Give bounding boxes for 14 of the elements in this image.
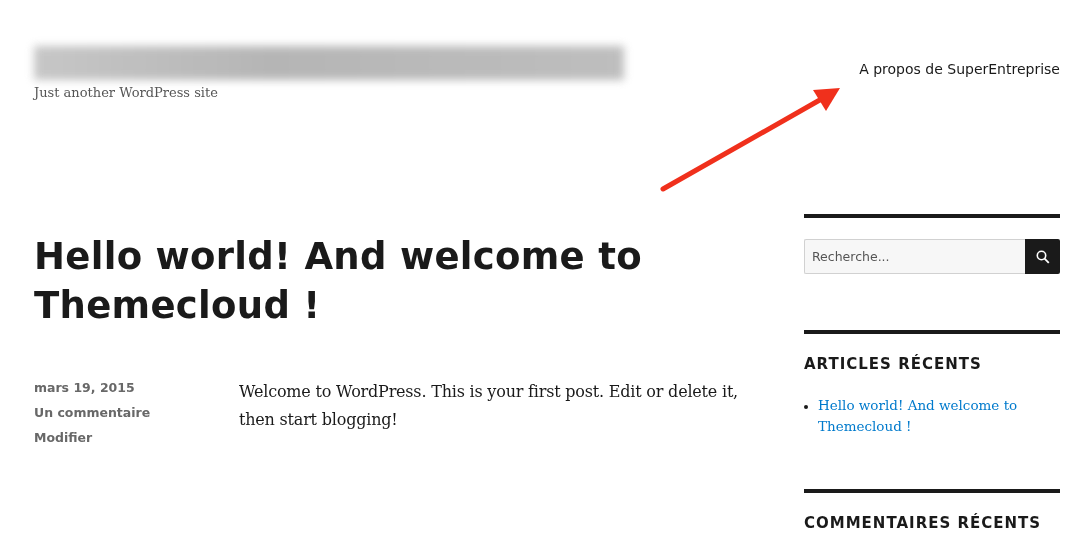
search-field[interactable]: Recherche... [804,239,1025,274]
menu-link[interactable]: A propos de SuperEntreprise [859,61,1060,77]
search-icon [1035,249,1050,264]
post-body: Welcome to WordPress. This is your first post. Edit or delete it, then start blogging! [239,381,739,431]
comments-link[interactable]: Un commentaire [34,405,151,420]
site-tagline: Just another WordPress site [34,85,219,100]
recent-post-link[interactable]: Hello world! And welcome to Themecloud ! [818,395,1060,437]
search-button[interactable] [1025,239,1060,274]
post-date-link[interactable]: mars 19, 2015 [34,380,135,395]
widget-heading: ARTICLES RÉCENTS [804,355,983,373]
post-title: Hello world! And welcome to Themecloud ! [34,234,643,329]
bullet-icon [804,405,808,409]
edit-link[interactable]: Modifier [34,430,93,445]
widget-heading: COMMENTAIRES RÉCENTS [804,514,1043,532]
